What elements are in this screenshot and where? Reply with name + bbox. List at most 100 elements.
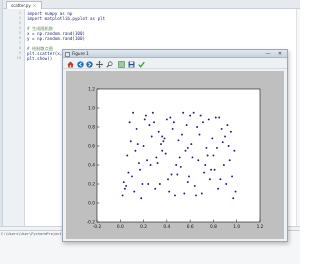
scatter-point	[149, 164, 152, 166]
line-number: 10	[16, 56, 21, 60]
line-number: 6	[18, 36, 21, 40]
y-tick-label: 0.2	[88, 182, 95, 188]
subplots-icon[interactable]	[118, 61, 125, 68]
scatter-point	[133, 190, 136, 193]
scatter-point	[181, 133, 183, 136]
minimize-button[interactable]: —	[265, 51, 271, 57]
scatter-point	[182, 111, 185, 114]
x-tick-label: 0.6	[187, 224, 194, 230]
scatter-point	[171, 127, 174, 130]
y-tick-label: -0.2	[87, 220, 96, 226]
figure-canvas[interactable]: -0.2 0.0 0.2 0.4 0.6 0.8 1.0 1.2 -0.2 0.0 0.2 0.4 0.…	[66, 71, 284, 239]
code-line: plt.show()	[27, 55, 53, 61]
scatter-point	[142, 145, 145, 147]
scatter-point	[202, 121, 204, 124]
scatter-point	[146, 159, 149, 162]
scatter-point	[205, 146, 208, 149]
scatter-point	[164, 152, 167, 155]
home-icon[interactable]	[67, 61, 74, 68]
scatter-point	[219, 178, 222, 181]
y-tick-label: 1.0	[88, 106, 95, 112]
scatter-point	[143, 118, 146, 121]
scatter-point	[215, 146, 218, 149]
editor-tab-label: scatter.py	[11, 3, 31, 8]
scatter-point	[225, 183, 228, 185]
scatter-point	[231, 175, 234, 178]
scatter-point	[148, 124, 151, 127]
scatter-point	[222, 164, 225, 166]
close-tab-icon[interactable]: ×	[33, 3, 36, 8]
scatter-point	[196, 126, 199, 128]
forward-arrow-icon[interactable]	[86, 61, 93, 68]
scatter-point	[169, 116, 172, 119]
scatter-point	[233, 149, 236, 152]
scatter-point	[135, 127, 138, 130]
figure-title: Figure 1	[72, 51, 89, 56]
scatter-point	[189, 114, 192, 117]
line-number: 8	[18, 46, 21, 50]
scatter-point	[163, 137, 166, 140]
scatter-point	[175, 164, 178, 166]
scatter-point	[183, 192, 186, 195]
scatter-point	[208, 178, 211, 181]
scatter-point	[211, 137, 214, 140]
figure-titlebar[interactable]: Figure 1 — ✕	[63, 50, 287, 58]
scatter-point	[217, 187, 220, 190]
scatter-point	[174, 194, 176, 197]
scatter-point	[153, 121, 155, 124]
scatter-point	[228, 159, 231, 162]
scatter-point	[136, 143, 139, 146]
editor-tab-bar: scatter.py ×	[3, 0, 300, 9]
x-tick-label: 1.0	[233, 224, 240, 230]
line-number: 1	[18, 11, 21, 15]
scatter-point	[172, 121, 175, 124]
edit-check-icon[interactable]	[138, 61, 145, 68]
editor-tab[interactable]: scatter.py ×	[6, 1, 43, 9]
scatter-point	[226, 124, 229, 127]
scatter-point	[147, 183, 150, 185]
zoom-icon[interactable]	[106, 61, 113, 68]
scatter-point	[191, 156, 194, 159]
scatter-point	[186, 146, 189, 149]
scatter-point	[224, 135, 227, 138]
scatter-point	[132, 111, 135, 114]
x-tick-label: 0.2	[140, 224, 147, 230]
scatter-point	[134, 149, 137, 152]
scatter-point	[176, 173, 179, 176]
scatter-point	[126, 154, 129, 157]
scatter-point	[177, 139, 180, 142]
scatter-plot[interactable]: -0.2 0.0 0.2 0.4 0.6 0.8 1.0 1.2-0.20.00.20.40.…	[66, 71, 284, 239]
scatter-point	[227, 145, 230, 147]
close-button[interactable]: ✕	[277, 51, 283, 57]
figure-app-icon	[65, 51, 70, 57]
scatter-point	[122, 181, 125, 184]
scatter-point	[178, 156, 181, 159]
scatter-point	[129, 140, 132, 143]
y-tick-label: 1.2	[88, 87, 95, 93]
x-tick-label: 0.4	[163, 224, 170, 230]
scatter-point	[234, 190, 237, 193]
scatter-point	[151, 111, 154, 114]
y-tick-label: 0.0	[88, 201, 95, 207]
pan-icon[interactable]	[96, 61, 103, 68]
scatter-point	[186, 181, 189, 184]
line-number: 3	[18, 21, 21, 25]
figure-toolbar	[63, 59, 287, 69]
scatter-point	[137, 162, 140, 165]
scatter-point	[190, 143, 193, 146]
scatter-point	[162, 140, 165, 143]
scatter-point	[150, 135, 153, 138]
back-arrow-icon[interactable]	[77, 61, 84, 68]
scatter-point	[170, 173, 173, 176]
save-icon[interactable]	[128, 61, 135, 68]
scatter-point	[123, 187, 126, 190]
scatter-point	[121, 194, 124, 197]
scatter-point	[232, 197, 235, 200]
line-number-gutter: 1 2 3 4 5 6 7 8 9 10	[3, 9, 25, 226]
scatter-point	[192, 111, 195, 114]
scatter-point	[212, 154, 215, 157]
y-tick-label: 0.8	[88, 125, 95, 131]
scatter-point	[206, 154, 209, 157]
scatter-point	[203, 171, 206, 174]
scatter-point	[193, 184, 196, 187]
